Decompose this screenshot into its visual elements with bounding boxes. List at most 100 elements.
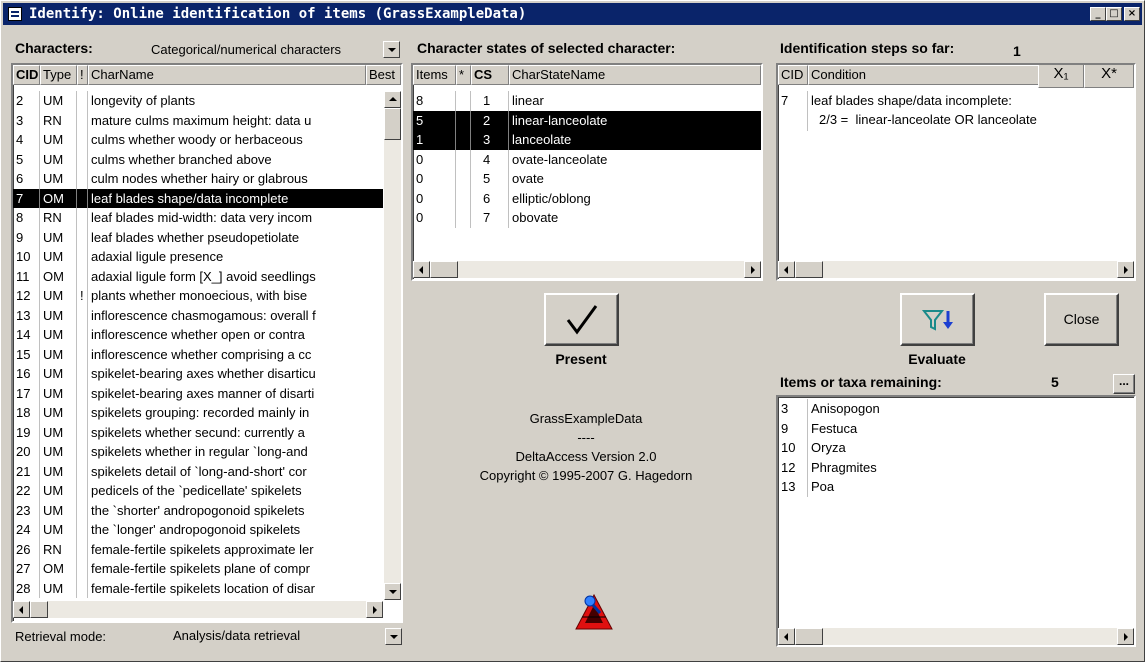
remaining-item-row[interactable]: 12 Phragmites xyxy=(778,457,1134,477)
hscroll-thumb[interactable] xyxy=(795,628,823,645)
remaining-hscrollbar[interactable] xyxy=(778,628,1134,645)
character-row[interactable]: 16 UM spikelet-bearing axes whether disart… xyxy=(13,364,383,384)
maximize-button[interactable]: □ xyxy=(1106,7,1122,21)
hscroll-thumb[interactable] xyxy=(430,261,458,278)
more-items-label: ... xyxy=(1118,374,1129,388)
character-excl xyxy=(77,364,88,384)
scroll-up-button[interactable] xyxy=(384,91,401,108)
character-row[interactable]: 23 UM the `shorter' andropogonoid spikelet… xyxy=(13,500,383,520)
character-row[interactable]: 26 RN female-fertile spikelets approximate… xyxy=(13,539,383,559)
character-name: culms whether woody or herbaceous xyxy=(91,132,303,147)
character-row[interactable]: 7 OM leaf blades shape/data incomplete xyxy=(13,188,383,208)
col-cs-header[interactable]: CS xyxy=(471,65,509,85)
col-type-header[interactable]: Type xyxy=(40,65,77,85)
character-name: leaf blades mid-width: data very incom xyxy=(91,210,313,225)
character-row[interactable]: 18 UM spikelets grouping: recorded mainly … xyxy=(13,403,383,423)
remaining-item-row[interactable]: 10 Oryza xyxy=(778,438,1134,458)
remaining-item-row[interactable]: 3 Anisopogon xyxy=(778,399,1134,419)
col-statename-header[interactable]: CharStateName xyxy=(509,65,761,85)
state-row[interactable]: 0 4 ovate-lanceolate xyxy=(413,149,761,169)
minimize-button[interactable]: _ xyxy=(1090,7,1106,21)
character-filter-dropdown-button[interactable] xyxy=(383,41,400,58)
characters-hscrollbar[interactable] xyxy=(13,601,383,618)
remaining-item-row[interactable]: 9 Festuca xyxy=(778,418,1134,438)
scroll-left-button[interactable] xyxy=(778,261,795,278)
character-row[interactable]: 17 UM spikelet-bearing axes manner of disa… xyxy=(13,383,383,403)
present-button[interactable] xyxy=(544,293,619,346)
col-charname-header[interactable]: CharName xyxy=(88,65,366,85)
character-row[interactable]: 8 RN leaf blades mid-width: data very inco… xyxy=(13,208,383,228)
state-row[interactable]: 8 1 linear xyxy=(413,91,761,111)
identification-steps-list[interactable]: CID Condition X₁ X* 7 leaf blades shape/d… xyxy=(776,63,1136,281)
states-hscrollbar[interactable] xyxy=(413,261,761,278)
character-type: UM xyxy=(40,364,77,384)
scroll-right-button[interactable] xyxy=(1117,628,1134,645)
character-filter-select[interactable]: Categorical/numerical characters xyxy=(151,39,403,60)
character-row[interactable]: 28 UM female-fertile spikelets location of… xyxy=(13,578,383,598)
evaluate-button[interactable] xyxy=(900,293,975,346)
more-items-button[interactable]: ... xyxy=(1113,374,1135,394)
scroll-right-button[interactable] xyxy=(366,601,383,618)
col-items-header[interactable]: Items xyxy=(413,65,456,85)
close-button[interactable]: Close xyxy=(1044,293,1119,346)
remove-last-step-button[interactable]: X₁ xyxy=(1038,65,1084,88)
hscroll-thumb[interactable] xyxy=(795,261,823,278)
scroll-right-button[interactable] xyxy=(1117,261,1134,278)
character-row[interactable]: 15 UM inflorescence whether comprising a c… xyxy=(13,344,383,364)
state-row[interactable]: 0 7 obovate xyxy=(413,208,761,228)
character-row[interactable]: 6 UM culm nodes whether hairy or glabrous xyxy=(13,169,383,189)
character-row[interactable]: 21 UM spikelets detail of `long-and-short'… xyxy=(13,461,383,481)
scroll-left-button[interactable] xyxy=(13,601,30,618)
scroll-left-button[interactable] xyxy=(413,261,430,278)
state-row[interactable]: 1 3 lanceolate xyxy=(413,130,761,150)
character-row[interactable]: 4 UM culms whether woody or herbaceous xyxy=(13,130,383,150)
state-row[interactable]: 0 6 elliptic/oblong xyxy=(413,188,761,208)
character-row[interactable]: 2 UM longevity of plants xyxy=(13,91,383,111)
col-star-header[interactable]: * xyxy=(456,65,471,85)
characters-vscrollbar[interactable] xyxy=(384,91,401,600)
state-star xyxy=(456,91,471,111)
character-row[interactable]: 13 UM inflorescence chasmogamous: overall … xyxy=(13,305,383,325)
character-row[interactable]: 24 UM the `longer' andropogonoid spikelets xyxy=(13,520,383,540)
col-step-cid-header[interactable]: CID xyxy=(778,65,808,85)
state-cs: 1 xyxy=(471,91,509,111)
hscroll-thumb[interactable] xyxy=(30,601,48,618)
scroll-right-button[interactable] xyxy=(744,261,761,278)
character-row[interactable]: 9 UM leaf blades whether pseudopetiolate xyxy=(13,227,383,247)
remaining-items-list[interactable]: 3 Anisopogon 9 Festuca 10 Oryza 12 Phragmites 13… xyxy=(776,395,1136,647)
character-row[interactable]: 10 UM adaxial ligule presence xyxy=(13,247,383,267)
steps-hscrollbar[interactable] xyxy=(778,261,1134,278)
retrieval-mode-select[interactable]: Analysis/data retrieval xyxy=(173,625,411,646)
state-row[interactable]: 0 5 ovate xyxy=(413,169,761,189)
col-excl-header[interactable]: ! xyxy=(77,65,88,85)
state-name: obovate xyxy=(512,210,559,225)
character-row[interactable]: 14 UM inflorescence whether open or contra xyxy=(13,325,383,345)
character-row[interactable]: 5 UM culms whether branched above xyxy=(13,149,383,169)
character-name: the `shorter' andropogonoid spikelets xyxy=(91,502,305,518)
col-best-header[interactable]: Best xyxy=(366,65,401,85)
remove-all-steps-button[interactable]: X* xyxy=(1084,65,1134,88)
scroll-down-button[interactable] xyxy=(384,583,401,600)
character-row[interactable]: 19 UM spikelets whether secund: currently … xyxy=(13,422,383,442)
character-row[interactable]: 20 UM spikelets whether in regular `long-a… xyxy=(13,442,383,462)
character-row[interactable]: 22 UM pedicels of the `pedicellate' spikel… xyxy=(13,481,383,501)
character-name: adaxial ligule form [X_] avoid seedlings xyxy=(91,268,316,284)
col-condition-header[interactable]: Condition xyxy=(808,65,1058,85)
close-window-button[interactable]: × xyxy=(1124,7,1140,21)
character-states-list[interactable]: Items * CS CharStateName 8 1 linear 5 2 linea… xyxy=(411,63,763,281)
character-row[interactable]: 12 UM! plants whether monoecious, with bis… xyxy=(13,286,383,306)
step-row[interactable]: 7 leaf blades shape/data incomplete: 2/3 =… xyxy=(778,91,1134,131)
retrieval-mode-dropdown-button[interactable] xyxy=(385,628,402,645)
title-bar[interactable]: Identify: Online identification of items… xyxy=(3,3,1142,25)
character-cid: 11 xyxy=(13,266,40,286)
character-row[interactable]: 27 OM female-fertile spikelets plane of co… xyxy=(13,559,383,579)
characters-list[interactable]: CID Type ! CharName Best 2 UM longevity of… xyxy=(11,63,403,623)
scroll-thumb[interactable] xyxy=(384,108,401,140)
scroll-left-button[interactable] xyxy=(778,628,795,645)
state-row[interactable]: 5 2 linear-lanceolate xyxy=(413,110,761,130)
col-cid-header[interactable]: CID xyxy=(13,65,40,85)
character-row[interactable]: 3 RN mature culms maximum height: data u xyxy=(13,110,383,130)
character-row[interactable]: 11 OM adaxial ligule form [X_] avoid seedl… xyxy=(13,266,383,286)
character-name: leaf blades shape/data incomplete xyxy=(91,190,289,206)
remaining-item-row[interactable]: 13 Poa xyxy=(778,477,1134,497)
